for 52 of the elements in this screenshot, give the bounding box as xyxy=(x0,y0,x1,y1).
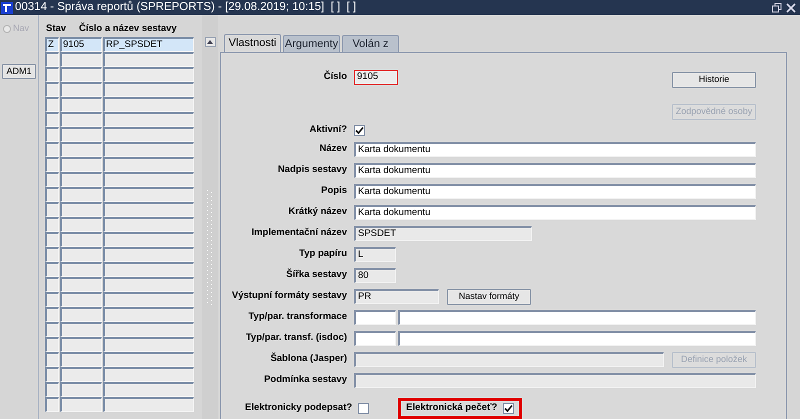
input-field[interactable] xyxy=(354,352,664,367)
table-cell[interactable]: RP_SPSDET xyxy=(103,37,194,52)
input-field[interactable]: L xyxy=(354,247,396,262)
scroll-up-button[interactable] xyxy=(204,37,216,47)
field-label: Krátký název xyxy=(288,206,347,218)
column-header: Číslo a název sestavy xyxy=(79,22,177,36)
tab[interactable]: Argumenty xyxy=(283,35,340,53)
input-field[interactable]: 9105 xyxy=(354,70,398,85)
table-cell[interactable]: 9105 xyxy=(60,37,102,52)
tab[interactable]: Vlastnosti xyxy=(224,34,281,52)
checkbox-label: Elektronicky podepsat? xyxy=(245,401,352,416)
window-title: 00314 - Správa reportů (SPREPORTS) - [29.08.2019; 10:15] [ ] [ ] xyxy=(15,2,356,14)
input-field[interactable]: Karta dokumentu xyxy=(354,184,756,199)
tab[interactable]: Volán z xyxy=(342,35,399,53)
field-label: Typ papíru xyxy=(299,248,347,260)
button[interactable]: Nastav formáty xyxy=(447,288,531,304)
field-label: Aktivní? xyxy=(310,124,347,136)
field-label: Typ/par. transformace xyxy=(248,311,347,322)
checkbox[interactable] xyxy=(503,403,514,414)
close-icon[interactable] xyxy=(786,2,796,12)
field-label: Implementační název xyxy=(251,227,347,238)
up-arrow-icon xyxy=(207,40,213,44)
checkbox-label: Elektronická pečeť? xyxy=(406,401,498,416)
field-label: Podmínka sestavy xyxy=(264,374,347,386)
field-label: Číslo xyxy=(324,71,347,82)
input-field[interactable] xyxy=(398,310,756,325)
input-field[interactable]: SPSDET xyxy=(354,226,532,241)
input-field[interactable] xyxy=(354,331,396,346)
checkbox[interactable] xyxy=(358,403,370,414)
button[interactable]: Historie xyxy=(672,72,756,88)
field-label: Nadpis sestavy xyxy=(278,164,347,176)
input-field[interactable]: Karta dokumentu xyxy=(354,163,756,178)
field-label: Popis xyxy=(321,185,347,196)
table-cell[interactable]: Z xyxy=(45,37,59,52)
field-label: Typ/par. transf. (isdoc) xyxy=(246,332,347,344)
input-field[interactable]: 80 xyxy=(354,268,396,283)
input-field[interactable]: Karta dokumentu xyxy=(354,142,756,157)
scrollbar[interactable] xyxy=(202,15,218,419)
input-field[interactable] xyxy=(398,331,756,346)
restore-icon[interactable] xyxy=(772,2,782,12)
app-logo-icon xyxy=(1,2,13,14)
checkbox[interactable] xyxy=(354,125,365,136)
input-field[interactable] xyxy=(354,310,396,325)
input-field[interactable]: Karta dokumentu xyxy=(354,205,756,220)
user-button[interactable]: ADM1 xyxy=(2,64,36,78)
field-label: Výstupní formáty sestavy xyxy=(232,290,347,302)
column-header: Stav xyxy=(45,22,68,36)
field-label: Šířka sestavy xyxy=(286,269,347,280)
field-label: Název xyxy=(320,143,347,154)
field-label: Šablona (Jasper) xyxy=(270,353,347,364)
input-field[interactable]: PR xyxy=(354,289,439,304)
input-field[interactable] xyxy=(354,373,756,388)
